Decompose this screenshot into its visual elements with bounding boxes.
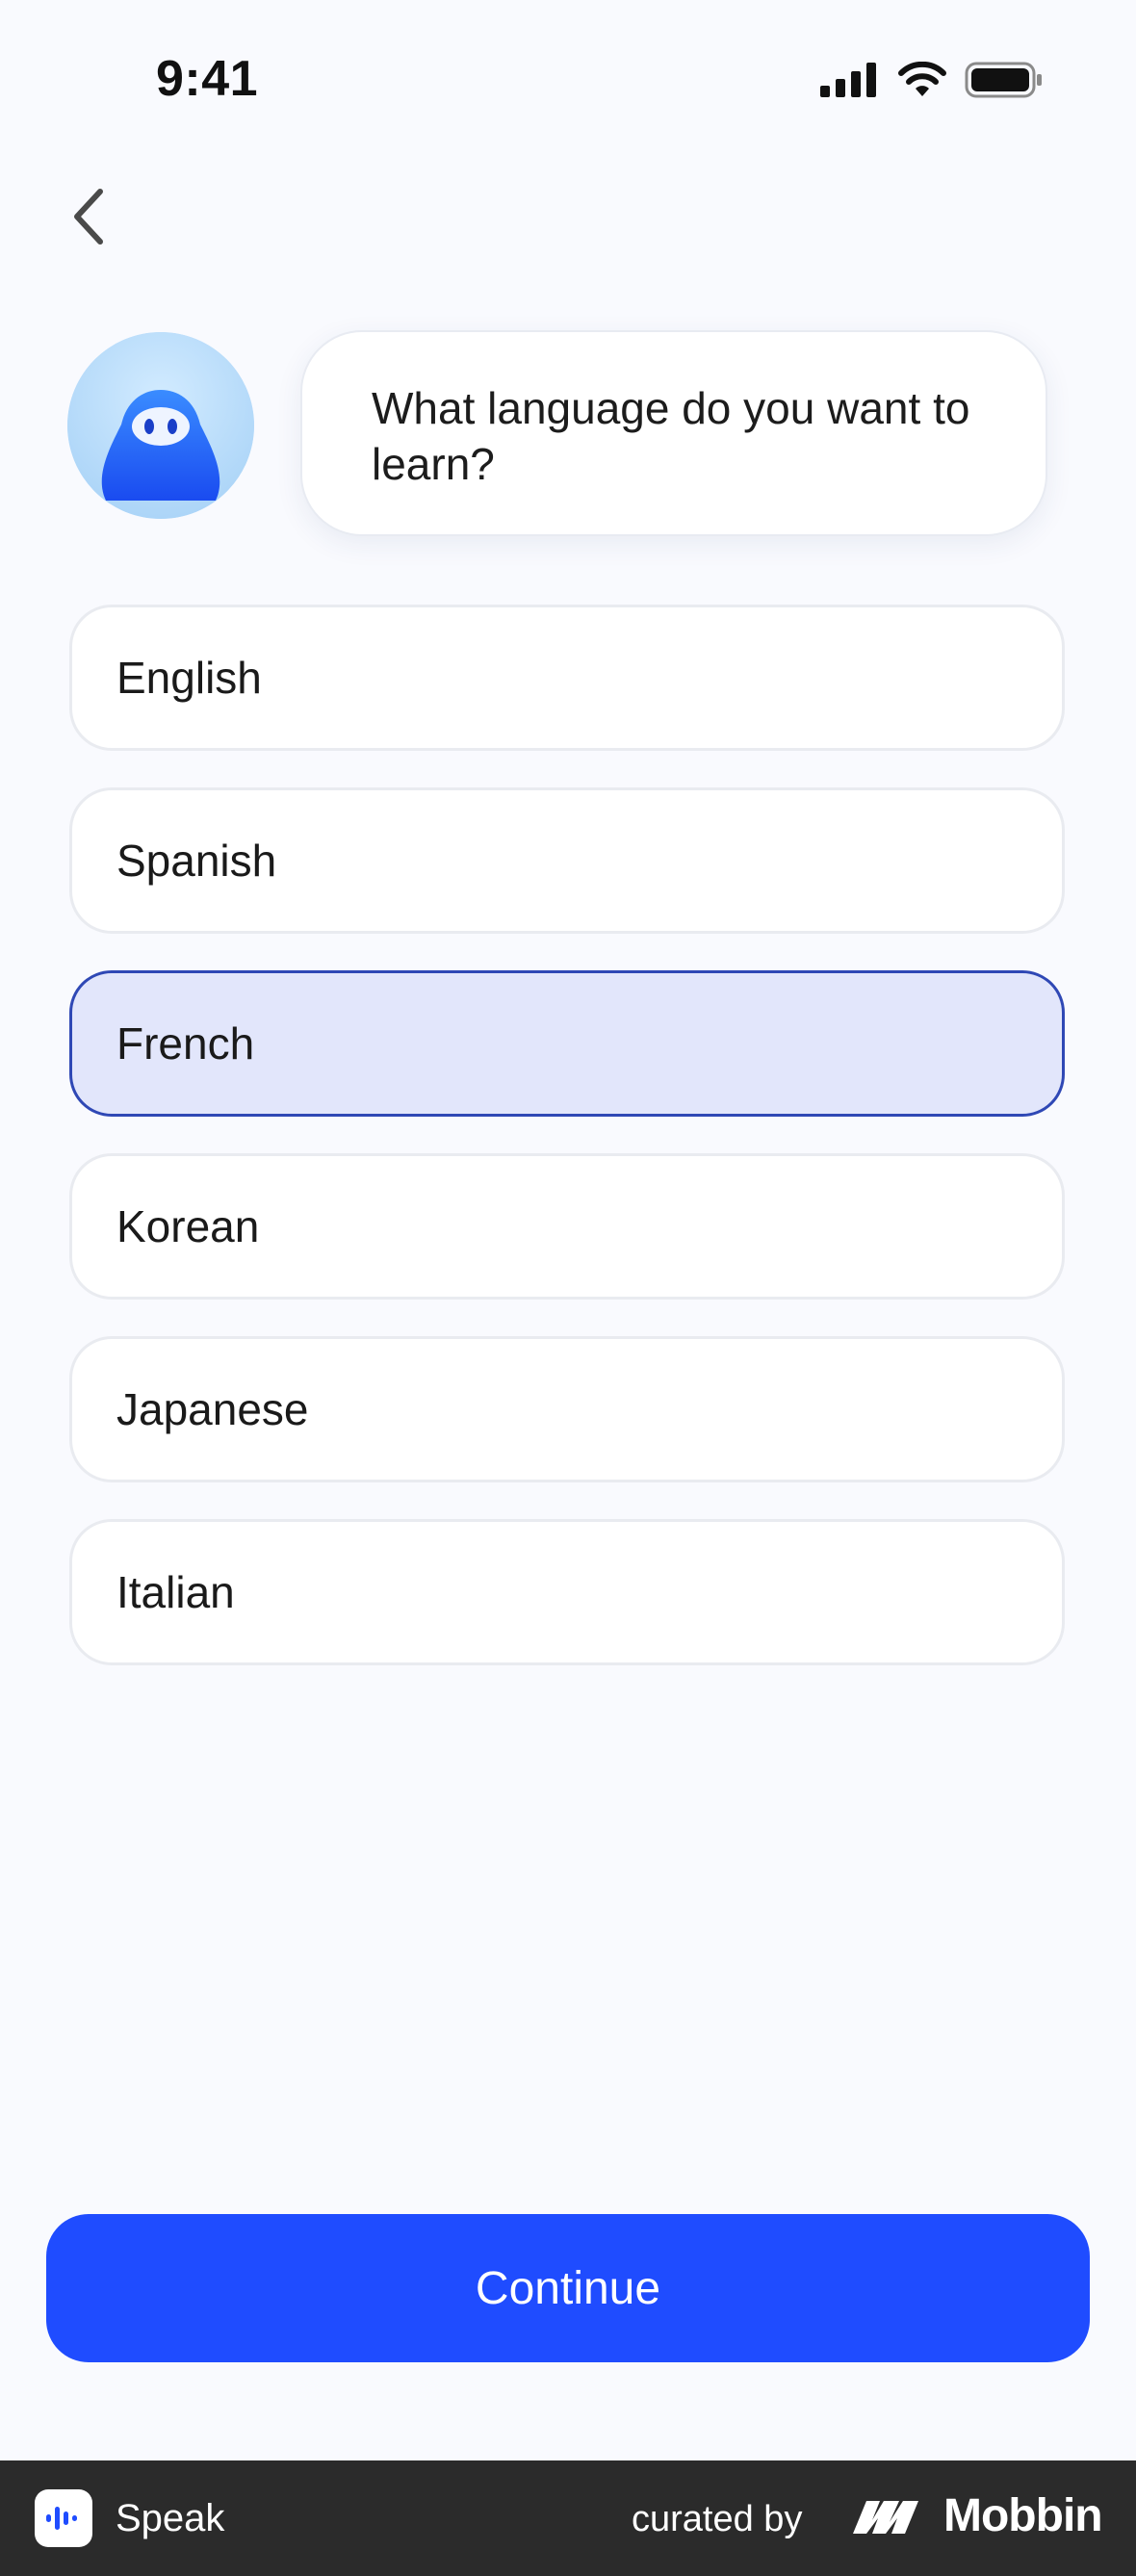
battery-icon xyxy=(965,62,1042,98)
wifi-icon xyxy=(898,62,946,96)
footer-bar: Speak curated by Mobbin xyxy=(0,2460,1136,2576)
option-label: English xyxy=(116,653,262,703)
cellular-signal-icon xyxy=(820,63,876,97)
option-japanese[interactable]: Japanese xyxy=(69,1336,1065,1482)
footer-brand: Mobbin xyxy=(851,2489,1103,2542)
language-selection-screen: 9:41 What language do you want to learn?… xyxy=(0,0,1136,2576)
mobbin-logo-icon xyxy=(853,2500,918,2534)
option-label: Japanese xyxy=(116,1384,309,1434)
chevron-left-icon xyxy=(74,189,103,245)
speak-app-icon xyxy=(35,2489,92,2547)
continue-button[interactable]: Continue xyxy=(46,2214,1090,2362)
back-button[interactable] xyxy=(60,183,117,250)
footer-brand-name: Mobbin xyxy=(943,2490,1103,2541)
speak-mascot-avatar xyxy=(67,332,254,519)
status-time: 9:41 xyxy=(156,51,259,107)
option-label: Spanish xyxy=(116,836,277,886)
option-label: Korean xyxy=(116,1201,260,1251)
option-italian[interactable]: Italian xyxy=(69,1519,1065,1665)
option-spanish[interactable]: Spanish xyxy=(69,787,1065,934)
option-english[interactable]: English xyxy=(69,605,1065,751)
option-label: French xyxy=(116,1018,255,1069)
status-bar: 9:41 xyxy=(0,0,1136,164)
status-icons xyxy=(820,62,1044,98)
option-korean[interactable]: Korean xyxy=(69,1153,1065,1300)
option-label: Italian xyxy=(116,1567,235,1617)
option-french[interactable]: French xyxy=(69,970,1065,1117)
footer-app-name: Speak xyxy=(116,2497,225,2539)
language-options-list: English Spanish French Korean Japanese I… xyxy=(69,605,1067,1702)
question-bubble: What language do you want to learn? xyxy=(300,330,1047,536)
footer-curated-by: curated by xyxy=(632,2499,803,2539)
question-text: What language do you want to learn? xyxy=(372,383,970,489)
